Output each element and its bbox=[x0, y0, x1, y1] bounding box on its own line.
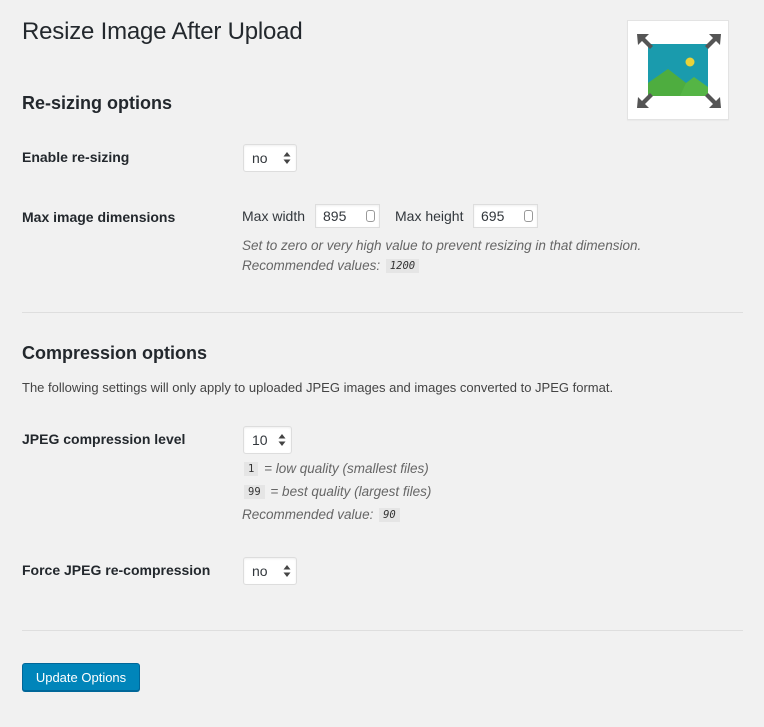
settings-page: Resize Image After Upload Re-sizing opti… bbox=[0, 0, 764, 727]
plugin-logo bbox=[627, 20, 729, 120]
section-divider bbox=[22, 312, 743, 313]
number-spinner-icon[interactable] bbox=[524, 210, 533, 222]
chevron-updown-icon bbox=[283, 152, 291, 164]
recommended-dimensions-value: 1200 bbox=[385, 259, 420, 273]
page-title: Resize Image After Upload bbox=[22, 18, 303, 45]
recommended-prefix: Recommended values: bbox=[242, 258, 381, 273]
max-width-label: Max width bbox=[242, 208, 306, 224]
max-width-value: 895 bbox=[323, 208, 347, 224]
recommended-dimensions: Recommended values: 1200 bbox=[242, 258, 421, 273]
dimensions-hint: Set to zero or very high value to preven… bbox=[242, 238, 642, 253]
force-recompression-label: Force JPEG re-compression bbox=[22, 562, 211, 578]
max-height-value: 695 bbox=[481, 208, 505, 224]
max-dimensions-label: Max image dimensions bbox=[22, 209, 176, 225]
recommended-level-prefix: Recommended value: bbox=[242, 507, 374, 522]
recommended-level-value: 90 bbox=[379, 508, 400, 522]
enable-resizing-value: no bbox=[252, 150, 268, 166]
best-quality-text: = best quality (largest files) bbox=[270, 484, 432, 499]
recommended-level: Recommended value: 90 bbox=[242, 507, 402, 522]
best-quality-code: 99 bbox=[244, 485, 265, 499]
resize-image-logo-icon bbox=[637, 34, 721, 108]
max-height-input[interactable]: 695 bbox=[473, 204, 538, 228]
chevron-updown-icon bbox=[283, 565, 291, 577]
resizing-section-title: Re-sizing options bbox=[22, 93, 172, 113]
compression-section-title: Compression options bbox=[22, 343, 208, 363]
max-height-label: Max height bbox=[395, 208, 464, 224]
low-quality-code: 1 bbox=[244, 462, 259, 476]
update-options-button[interactable]: Update Options bbox=[22, 663, 140, 691]
enable-resizing-select[interactable]: no bbox=[243, 144, 297, 172]
force-recompression-select[interactable]: no bbox=[243, 557, 297, 585]
best-quality-hint: 99 = best quality (largest files) bbox=[242, 484, 431, 499]
section-divider bbox=[22, 630, 743, 631]
force-recompression-value: no bbox=[252, 563, 268, 579]
jpeg-level-value: 10 bbox=[252, 432, 268, 448]
chevron-updown-icon bbox=[278, 434, 286, 446]
number-spinner-icon[interactable] bbox=[366, 210, 375, 222]
compression-intro: The following settings will only apply t… bbox=[22, 380, 614, 395]
low-quality-hint: 1 = low quality (smallest files) bbox=[242, 461, 429, 476]
jpeg-level-select[interactable]: 10 bbox=[243, 426, 292, 454]
low-quality-text: = low quality (smallest files) bbox=[264, 461, 429, 476]
jpeg-level-label: JPEG compression level bbox=[22, 431, 186, 447]
enable-resizing-label: Enable re-sizing bbox=[22, 149, 130, 165]
max-width-input[interactable]: 895 bbox=[315, 204, 380, 228]
